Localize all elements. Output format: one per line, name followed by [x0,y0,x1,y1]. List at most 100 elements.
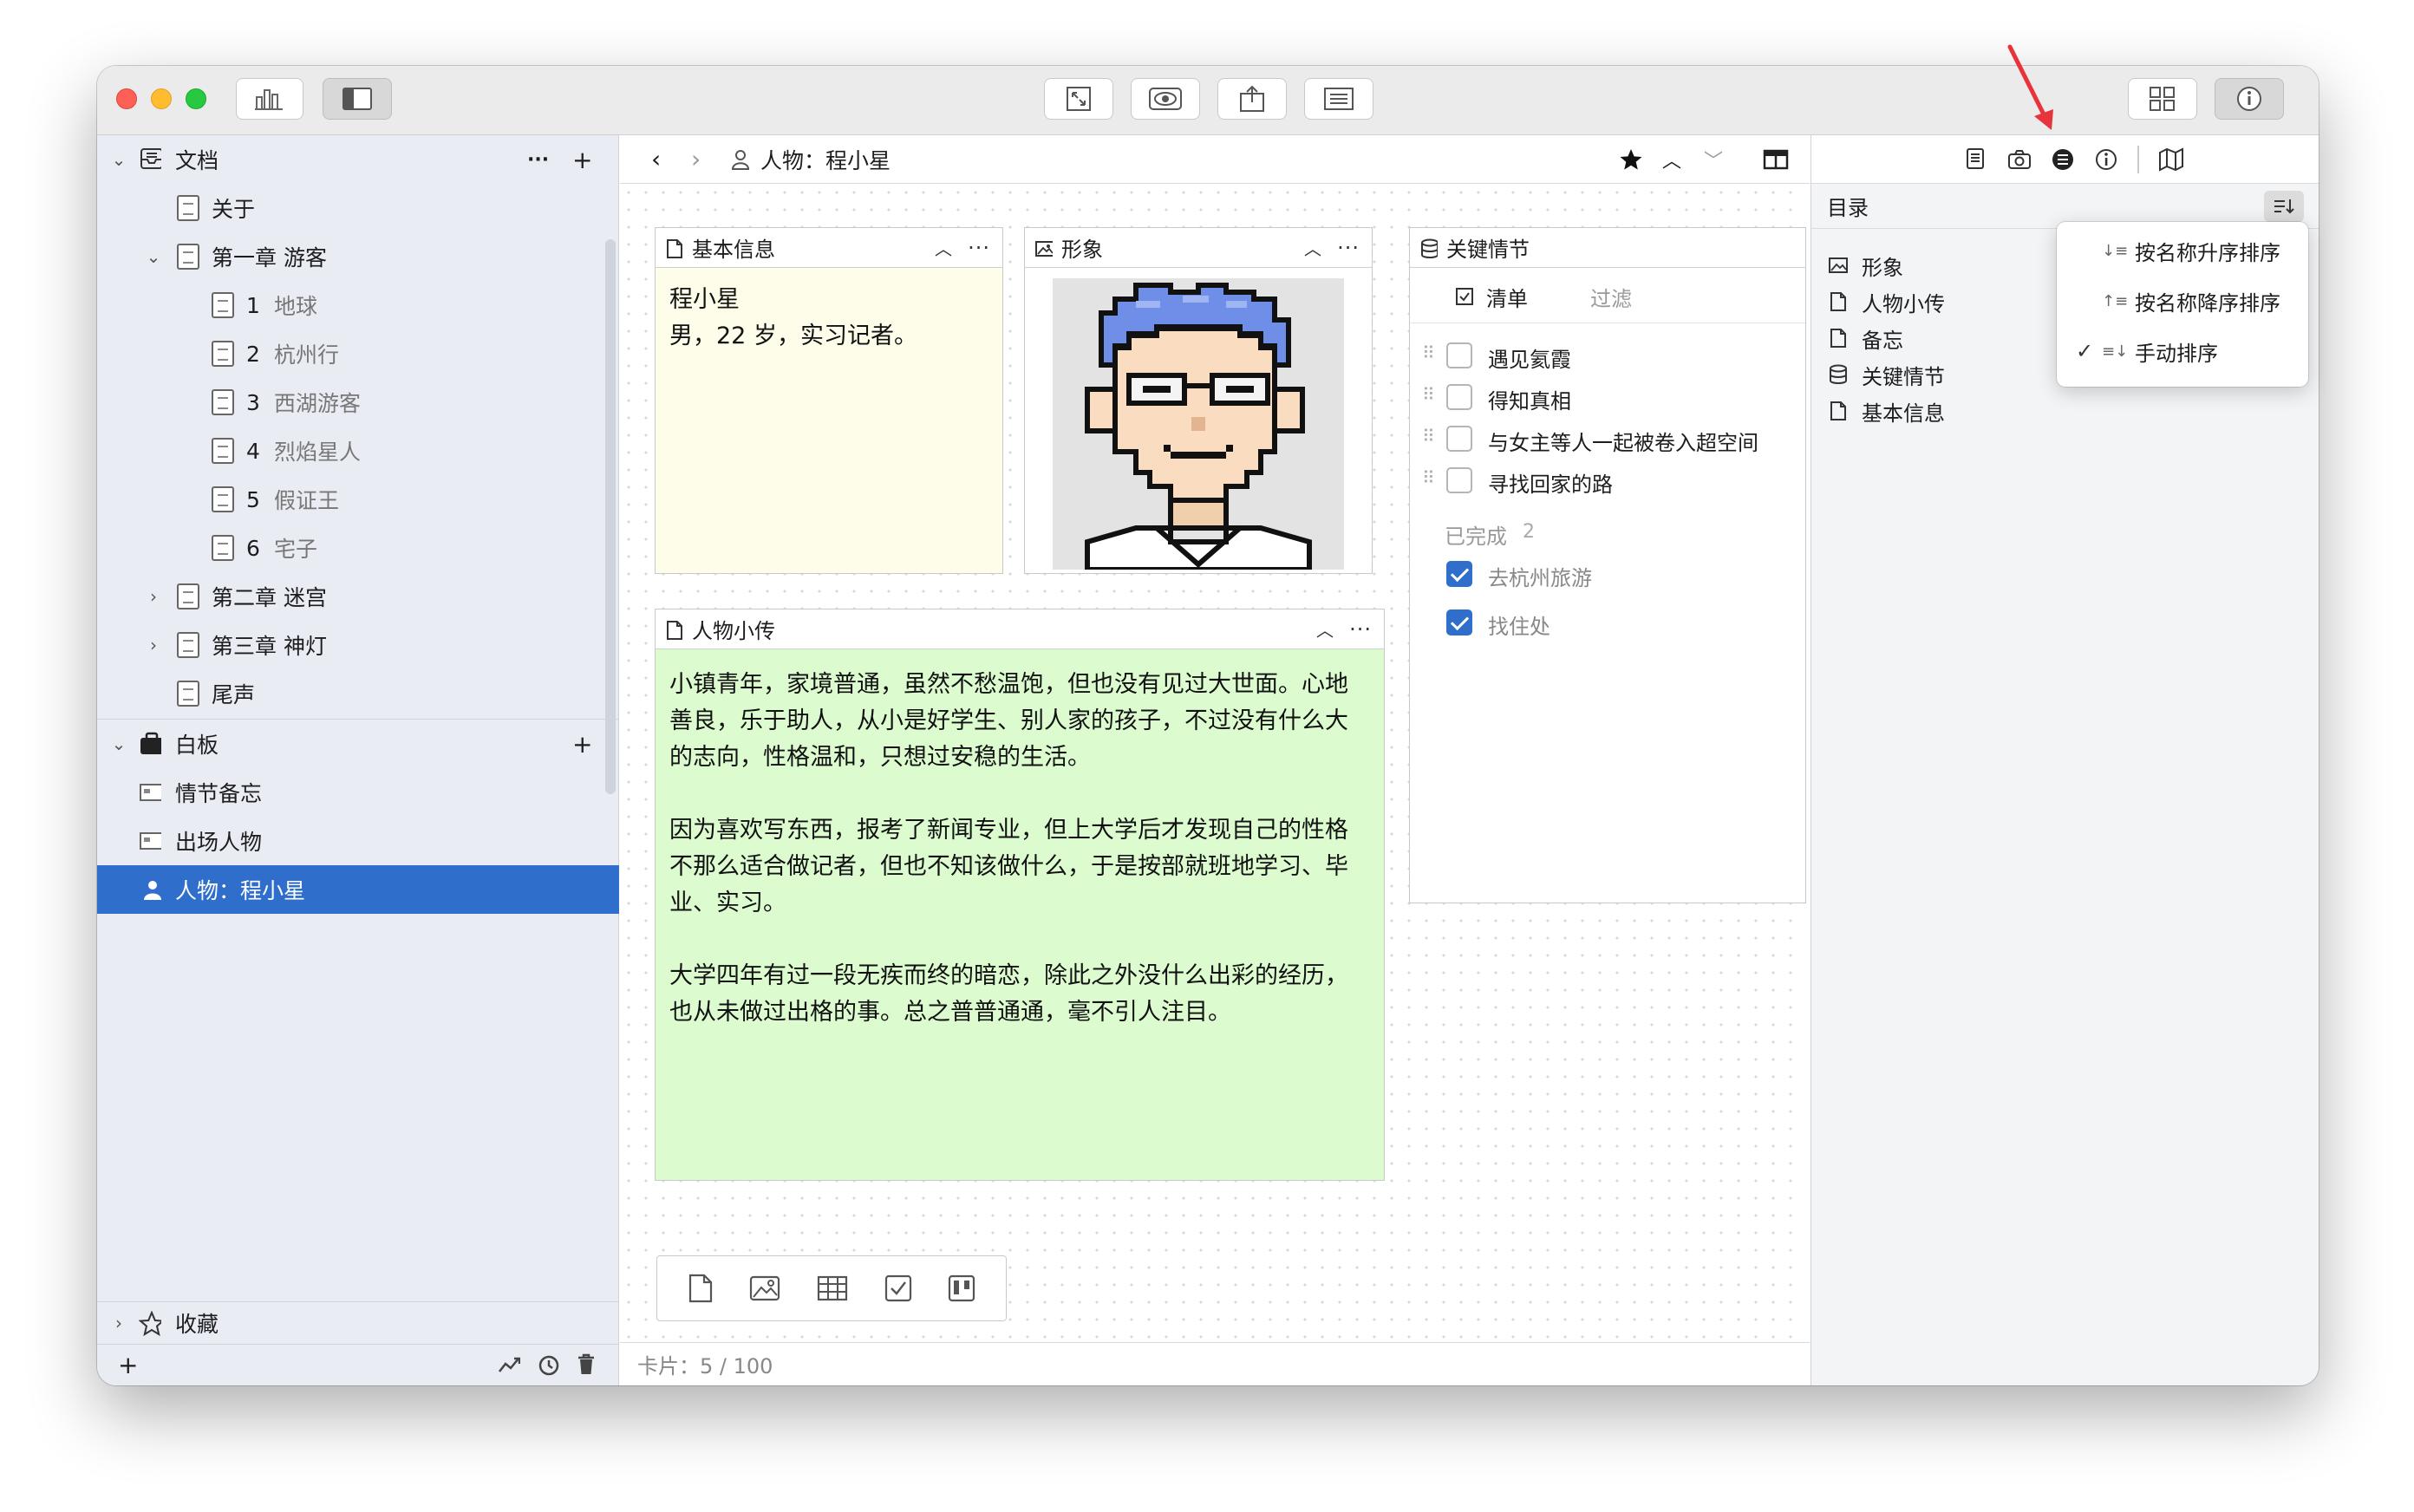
star-icon[interactable] [1619,147,1643,172]
toc-item-label: 备忘 [1862,328,1903,353]
fullscreen-button[interactable] [1044,78,1113,120]
split-view-icon[interactable] [1763,149,1789,170]
chevron-up-icon[interactable]: ︿ [1662,146,1681,173]
sidebar-item-scene-1[interactable]: 1 地球 [97,281,619,329]
drag-handle-icon[interactable]: ⠿ [1422,426,1435,446]
sidebar-scrollbar[interactable] [605,239,616,794]
todo-label: 寻找回家的路 [1488,472,1613,497]
clock-icon[interactable] [538,1354,560,1380]
sidebar-item-scene-3[interactable]: 3 西湖游客 [97,378,619,427]
sidebar-item-chapter1[interactable]: ⌄ 第一章 游客 [97,232,619,281]
forward-chevron-icon[interactable]: › [691,145,701,173]
new-text-card-icon[interactable] [688,1274,714,1303]
collapse-chevron-icon[interactable]: ︿ [935,235,952,260]
new-table-card-icon[interactable] [817,1275,848,1301]
sidebar-item-scene-2[interactable]: 2 杭州行 [97,329,619,378]
zoom-window-button[interactable] [186,88,206,109]
chevron-down-icon[interactable]: ⌄ [109,149,128,170]
preview-button[interactable] [1131,78,1200,120]
trend-icon[interactable] [498,1354,520,1380]
card-basic-info[interactable]: 基本信息 ︿ ··· 程小星 男，22 岁，实习记者。 [655,227,1003,574]
chevron-down-icon[interactable]: ⌄ [144,246,163,267]
tab-filter[interactable]: 过滤 [1590,282,1632,312]
sidebar-item-plot-memo[interactable]: 情节备忘 [97,768,619,817]
sidebar-item-label: 第二章 迷宫 [212,585,327,610]
chevron-right-icon[interactable]: › [109,1313,128,1333]
sidebar-section-favorites[interactable]: › 收藏 [97,1302,619,1344]
collapse-chevron-icon[interactable]: ︿ [1316,616,1334,642]
minimize-window-button[interactable] [151,88,172,109]
card-more-button[interactable]: ··· [1337,236,1360,260]
info-outline-icon[interactable] [2094,147,2118,172]
sidebar-add-button[interactable]: + [118,1351,138,1379]
new-image-card-icon[interactable] [749,1275,780,1301]
menu-item-sort-ascending[interactable]: ↓≡ 按名称升序排序 [2057,225,2308,276]
sidebar-section-boards[interactable]: ⌄ 白板 + [97,720,619,768]
collapse-chevron-icon[interactable]: ︿ [1304,235,1321,260]
card-more-button[interactable]: ··· [1349,617,1372,642]
new-kanban-card-icon[interactable] [948,1274,975,1302]
docs-add-button[interactable]: + [572,146,592,174]
stats-button[interactable] [236,78,303,120]
sidebar-item-chapter2[interactable]: › 第二章 迷宫 [97,572,619,621]
toc-item-key-plot[interactable]: 关键情节 [1829,357,1945,392]
sidebar-item-epilogue[interactable]: 尾声 [97,669,619,718]
chevron-right-icon[interactable]: › [144,635,163,655]
toc-item-image[interactable]: 形象 [1829,248,1903,283]
board-canvas[interactable]: 基本信息 ︿ ··· 程小星 男，22 岁，实习记者。 形象 ︿ ··· 关键情… [620,184,1806,1342]
inspector-toggle-button[interactable] [2215,78,2284,120]
todo-checkbox[interactable] [1446,384,1472,410]
toc-item-memo[interactable]: 备忘 [1829,321,1903,355]
card-more-button[interactable]: ··· [968,236,990,260]
todo-checkbox[interactable] [1446,467,1472,493]
toggle-sidebar-button[interactable] [323,78,392,120]
close-window-button[interactable] [116,88,137,109]
card-biography[interactable]: 人物小传 ︿ ··· 小镇青年，家境普通，虽然不愁温饱，但也没有见过大世面。心地… [655,609,1385,1181]
sidebar-item-scene-5[interactable]: 5 假证王 [97,475,619,524]
card-key-plot[interactable]: 关键情节 清单 过滤 ⠿ 遇见氦霞 ⠿ 得知真相 ⠿ 与女主等人一起被卷入超空间… [1409,227,1806,903]
sidebar-item-scene-4[interactable]: 4 烈焰星人 [97,427,619,475]
camera-icon[interactable] [2007,149,2032,170]
grid-view-button[interactable] [2128,78,2197,120]
toc-item-label: 形象 [1862,255,1903,280]
outline-toc-icon[interactable] [2051,147,2075,172]
sidebar-item-characters[interactable]: 出场人物 [97,817,619,865]
trash-icon[interactable] [576,1352,598,1378]
sidebar-item-about[interactable]: 关于 [97,184,619,232]
back-chevron-icon[interactable]: ‹ [651,145,661,173]
map-icon[interactable] [2158,147,2184,172]
drag-handle-icon[interactable]: ⠿ [1422,467,1435,488]
done-checkbox[interactable] [1446,561,1472,587]
document-icon [177,195,199,221]
card-body[interactable]: 小镇青年，家境普通，虽然不愁温饱，但也没有见过大世面。心地善良，乐于助人，从小是… [669,667,1363,1031]
chevron-right-icon[interactable]: › [144,586,163,607]
done-checkbox[interactable] [1446,609,1472,635]
sidebar-item-scene-6[interactable]: 6 宅子 [97,524,619,572]
sidebar-footer: + [97,1344,619,1385]
sidebar-item-chapter3[interactable]: › 第三章 神灯 [97,621,619,669]
chevron-down-icon[interactable]: ﹀ [1704,146,1723,173]
sort-button[interactable] [2264,191,2304,222]
new-checklist-card-icon[interactable] [884,1274,912,1302]
toc-item-basic-info[interactable]: 基本信息 [1829,394,1945,428]
boards-add-button[interactable]: + [572,730,592,759]
document-info-icon[interactable] [1966,147,1985,170]
document-icon [1830,292,1846,311]
docs-more-button[interactable]: ··· [527,149,549,171]
share-button[interactable] [1217,78,1287,120]
toc-item-biography[interactable]: 人物小传 [1829,284,1945,319]
todo-checkbox[interactable] [1446,342,1472,368]
menu-item-sort-descending[interactable]: ↑≡ 按名称降序排序 [2057,276,2308,326]
card-body[interactable]: 程小星 男，22 岁，实习记者。 [669,282,917,355]
todo-checkbox[interactable] [1446,426,1472,452]
chevron-down-icon[interactable]: ⌄ [109,733,128,754]
card-image[interactable]: 形象 ︿ ··· [1024,227,1373,574]
drag-handle-icon[interactable]: ⠿ [1422,384,1435,405]
document-icon [667,621,682,640]
outline-view-button[interactable] [1304,78,1373,120]
menu-item-manual-sort[interactable]: ✓ ≡↓ 手动排序 [2057,326,2308,376]
tab-list[interactable]: 清单 [1486,282,1528,312]
sidebar-section-docs[interactable]: ⌄ 文档 ··· + [97,135,619,184]
drag-handle-icon[interactable]: ⠿ [1422,342,1435,363]
sidebar-item-character-cheng[interactable]: 人物：程小星 [97,865,619,914]
